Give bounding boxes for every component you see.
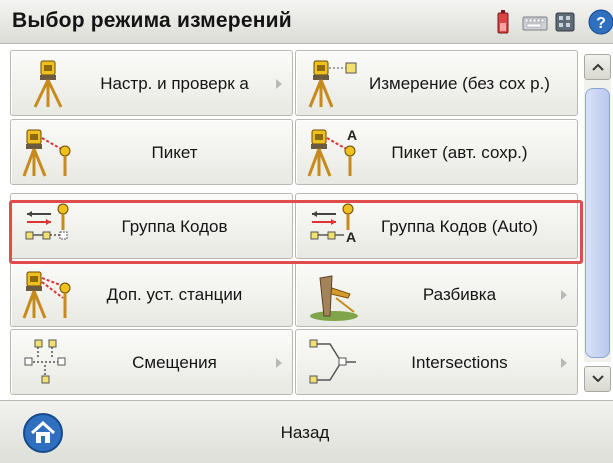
submenu-arrow-icon bbox=[561, 358, 567, 368]
menu-button-stakeout[interactable]: Разбивка bbox=[295, 261, 578, 327]
scrollbar[interactable] bbox=[581, 50, 613, 395]
menu-button-setup-check[interactable]: Настр. и проверк а bbox=[10, 50, 293, 116]
menu-button-extra-station-setup[interactable]: Доп. уст. станции bbox=[10, 261, 293, 327]
submenu-arrow-icon bbox=[276, 79, 282, 89]
scroll-thumb[interactable] bbox=[585, 88, 610, 358]
measurement-mode-grid: Настр. и проверк а Измерение (без сох р.… bbox=[10, 50, 578, 395]
menu-label: Группа Кодов (Auto) bbox=[380, 216, 538, 236]
svg-text:A: A bbox=[346, 229, 356, 245]
bottom-bar: Назад bbox=[0, 400, 613, 463]
menu-label: Настр. и проверк а bbox=[100, 73, 249, 93]
menu-button-point-auto-save[interactable]: A Пикет (авт. сохр.) bbox=[295, 119, 578, 185]
help-icon[interactable]: ? bbox=[585, 8, 613, 36]
menu-button-code-group[interactable]: Группа Кодов bbox=[10, 193, 293, 259]
measure-no-save-icon bbox=[308, 60, 357, 108]
menu-label: Разбивка bbox=[422, 284, 497, 304]
code-group-icon bbox=[25, 203, 69, 240]
menu-label: Группа Кодов bbox=[121, 216, 228, 236]
back-button[interactable]: Назад bbox=[80, 401, 530, 463]
home-icon[interactable] bbox=[22, 412, 64, 454]
battery-icon bbox=[497, 10, 509, 34]
setup-check-icon bbox=[33, 60, 63, 108]
scroll-up-button[interactable] bbox=[584, 54, 611, 80]
menu-label: Пикет bbox=[151, 142, 198, 162]
title-bar: Выбор режима измерений ? bbox=[0, 0, 613, 44]
window-title: Выбор режима измерений bbox=[12, 9, 292, 32]
menu-label: Смещения bbox=[132, 352, 217, 372]
svg-text:?: ? bbox=[596, 15, 606, 32]
menu-button-intersections[interactable]: Intersections bbox=[295, 329, 578, 395]
menu-label: Intersections bbox=[411, 352, 508, 372]
menu-label: Доп. уст. станции bbox=[106, 284, 243, 304]
menu-button-measure-no-save[interactable]: Измерение (без сох р.) bbox=[295, 50, 578, 116]
scroll-down-button[interactable] bbox=[584, 366, 611, 392]
memory-card-icon bbox=[555, 12, 575, 32]
stakeout-icon bbox=[310, 275, 358, 321]
menu-button-offsets[interactable]: Смещения bbox=[10, 329, 293, 395]
submenu-arrow-icon bbox=[561, 290, 567, 300]
offsets-icon bbox=[24, 339, 66, 384]
svg-text:A: A bbox=[347, 127, 357, 143]
chevron-down-icon bbox=[591, 375, 604, 383]
chevron-up-icon bbox=[591, 63, 604, 71]
point-icon bbox=[22, 129, 71, 177]
extra-station-setup-icon bbox=[22, 271, 71, 319]
menu-button-code-group-auto[interactable]: A Группа Кодов (Auto) bbox=[295, 193, 578, 259]
intersections-icon bbox=[309, 339, 356, 384]
code-group-auto-icon: A bbox=[310, 203, 356, 245]
submenu-arrow-icon bbox=[276, 358, 282, 368]
point-auto-save-icon: A bbox=[307, 127, 357, 177]
menu-label: Измерение (без сох р.) bbox=[369, 73, 550, 93]
menu-button-point[interactable]: Пикет bbox=[10, 119, 293, 185]
menu-label: Пикет (авт. сохр.) bbox=[391, 142, 528, 162]
keyboard-icon[interactable] bbox=[521, 8, 549, 36]
